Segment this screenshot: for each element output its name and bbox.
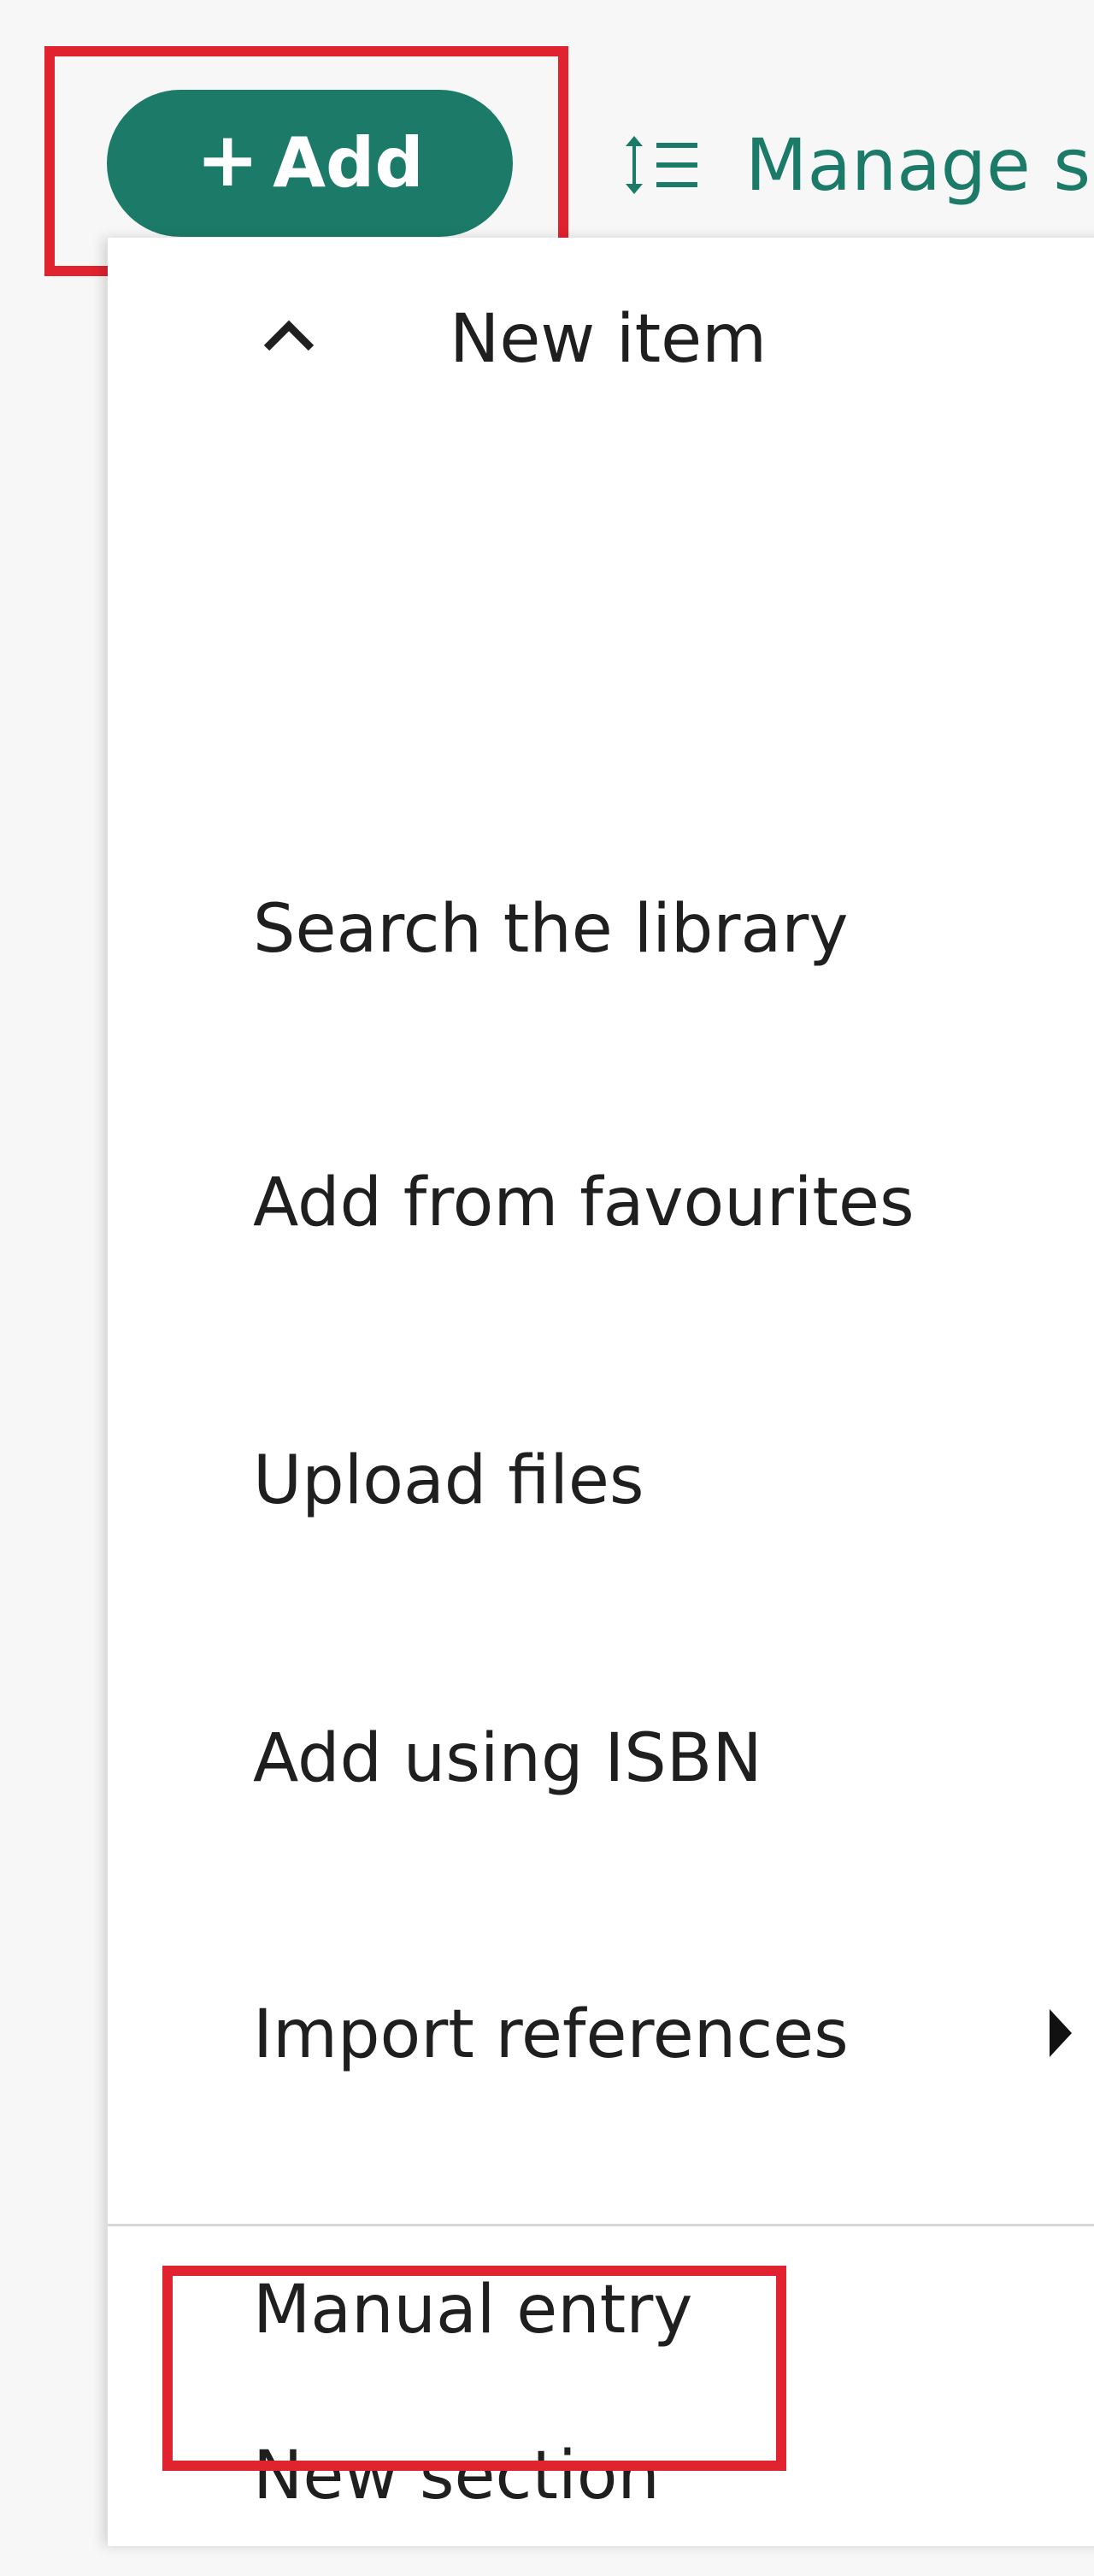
manage-sections-button[interactable]: Manage s <box>622 109 1091 221</box>
sort-list-icon <box>626 136 697 194</box>
triangle-right-icon <box>1050 2009 1072 2057</box>
menu-item-manual-entry[interactable]: Manual entry <box>108 2234 1094 2405</box>
chevron-up-icon <box>263 320 315 351</box>
add-button[interactable]: + Add <box>107 90 513 237</box>
menu-item-new-section[interactable]: New section <box>108 2405 1094 2576</box>
menu-item-label: New section <box>253 2437 660 2514</box>
manage-button-label: Manage s <box>745 123 1091 207</box>
menu-header-label: New item <box>450 301 768 378</box>
menu-item-label: Add from favourites <box>253 1164 915 1241</box>
menu-item-add-from-favourites[interactable]: Add from favourites <box>108 1127 1094 1298</box>
menu-item-label: Upload files <box>253 1442 644 1519</box>
menu-divider <box>108 2224 1094 2226</box>
add-button-label: Add <box>273 123 424 203</box>
menu-item-label: Manual entry <box>253 2272 693 2349</box>
plus-icon: + <box>196 115 260 203</box>
menu-item-label: Import references <box>253 1996 849 2073</box>
menu-header-new-item[interactable]: New item <box>108 238 1094 443</box>
menu-item-add-using-isbn[interactable]: Add using ISBN <box>108 1683 1094 1854</box>
add-dropdown-menu: New item Search the library Add from fav… <box>108 238 1094 2546</box>
menu-item-upload-files[interactable]: Upload files <box>108 1405 1094 1576</box>
menu-item-label: Search the library <box>253 891 849 968</box>
menu-item-label: Add using ISBN <box>253 1720 762 1797</box>
menu-item-import-references[interactable]: Import references <box>108 1959 1094 2130</box>
menu-item-search-library[interactable]: Search the library <box>108 853 1094 1024</box>
